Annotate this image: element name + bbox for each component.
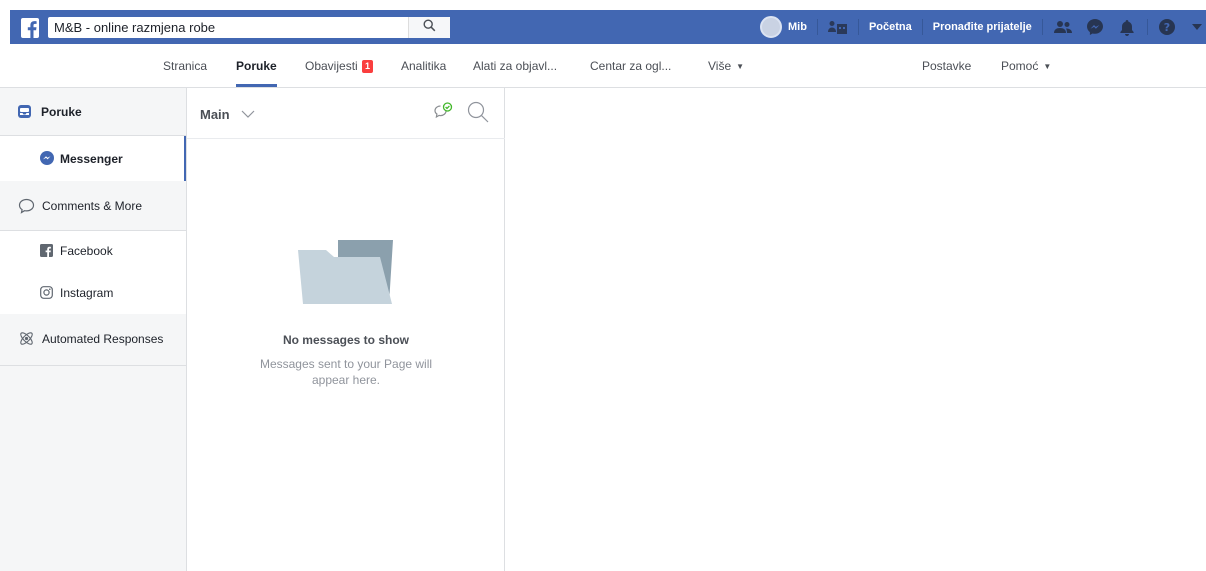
mark-done-icon[interactable] — [433, 102, 453, 125]
top-navigation-bar: Mib Početna Pronađite prijatelje ? — [10, 10, 1206, 44]
inbox-sidebar: Poruke Messenger Comments & More Faceboo… — [0, 88, 187, 571]
sidebar-item-label: Automated Responses — [42, 332, 164, 346]
tab-poruke-label: Poruke — [236, 59, 277, 73]
empty-state-title: No messages to show — [282, 333, 410, 347]
caret-down-icon[interactable] — [1190, 24, 1204, 30]
search-icon[interactable] — [467, 101, 489, 128]
help-menu[interactable]: Pomoć ▼ — [1001, 44, 1051, 88]
sidebar-item-poruke[interactable]: Poruke — [0, 88, 186, 135]
divider — [816, 19, 818, 35]
tab-obavijesti-label: Obavijesti — [305, 59, 358, 73]
tab-more-label: Više — [708, 59, 732, 73]
search-box — [48, 17, 450, 38]
page-tabs: Stranica Poruke Obavijesti 1 Analitika A… — [0, 44, 1206, 88]
settings-link[interactable]: Postavke — [922, 44, 971, 88]
inbox-icon — [17, 104, 32, 119]
sidebar-item-messenger[interactable]: Messenger — [0, 136, 186, 181]
conversation-list-header: Main — [187, 88, 505, 139]
tab-ad-center[interactable]: Centar za ogl... — [590, 44, 671, 88]
sidebar-item-instagram[interactable]: Instagram — [0, 272, 186, 314]
help-caret-icon: ▼ — [1043, 62, 1052, 71]
search-icon — [423, 18, 436, 37]
instagram-icon — [40, 286, 53, 299]
sidebar-item-comments[interactable]: Comments & More — [0, 181, 186, 230]
tab-analitika[interactable]: Analitika — [401, 44, 446, 88]
messenger-icon — [40, 151, 54, 165]
divider — [1146, 19, 1148, 35]
divider — [857, 19, 859, 35]
divider — [921, 19, 923, 35]
home-link[interactable]: Početna — [869, 21, 912, 33]
find-friends-link[interactable]: Pronađite prijatelje — [933, 21, 1032, 33]
sidebar-item-label: Poruke — [41, 105, 82, 119]
search-button[interactable] — [408, 17, 450, 38]
sidebar-item-label: Instagram — [60, 286, 114, 300]
profile-link[interactable]: Mib — [760, 16, 807, 38]
top-right-nav: Mib Početna Pronađite prijatelje ? — [760, 10, 1204, 44]
tab-obavijesti[interactable]: Obavijesti 1 — [305, 44, 374, 88]
profile-name: Mib — [788, 21, 807, 33]
chevron-down-icon — [241, 106, 255, 121]
friend-requests-icon[interactable] — [1053, 20, 1073, 34]
active-tab-indicator — [236, 84, 277, 87]
sidebar-item-label: Messenger — [60, 152, 123, 166]
conversation-detail-pane — [506, 88, 1206, 571]
divider — [0, 365, 186, 366]
comment-bubble-icon — [18, 198, 35, 214]
sidebar-item-label: Facebook — [60, 244, 113, 258]
tab-publishing-tools[interactable]: Alati za objavl... — [473, 44, 557, 88]
empty-state-description: Messages sent to your Page will appear h… — [259, 357, 433, 387]
more-caret-icon: ▼ — [736, 62, 745, 71]
tab-stranica[interactable]: Stranica — [163, 44, 207, 88]
search-input[interactable] — [48, 17, 408, 38]
inbox-filter-dropdown[interactable]: Main — [200, 106, 255, 122]
help-menu-label: Pomoć — [1001, 59, 1039, 73]
avatar — [760, 16, 782, 38]
create-page-icon[interactable] — [827, 20, 848, 34]
conversation-list: Main No messages to show Messages sent t… — [187, 88, 505, 571]
active-item-indicator — [184, 136, 186, 181]
help-icon[interactable]: ? — [1158, 18, 1176, 36]
svg-text:?: ? — [1164, 21, 1170, 34]
messenger-icon[interactable] — [1085, 18, 1105, 36]
inbox-filter-label: Main — [200, 107, 230, 122]
bell-icon[interactable] — [1117, 19, 1137, 36]
sidebar-item-automated-responses[interactable]: Automated Responses — [0, 314, 186, 365]
notification-badge: 1 — [362, 60, 374, 73]
sidebar-item-facebook[interactable]: Facebook — [0, 231, 186, 272]
sidebar-item-label: Comments & More — [42, 199, 143, 213]
divider — [1041, 19, 1043, 35]
tab-more[interactable]: Više ▼ — [708, 44, 744, 88]
tab-poruke[interactable]: Poruke — [236, 44, 277, 88]
facebook-logo-icon[interactable] — [21, 18, 39, 38]
facebook-icon — [40, 244, 53, 257]
automated-responses-icon — [18, 330, 35, 347]
empty-folder-icon — [298, 240, 394, 309]
